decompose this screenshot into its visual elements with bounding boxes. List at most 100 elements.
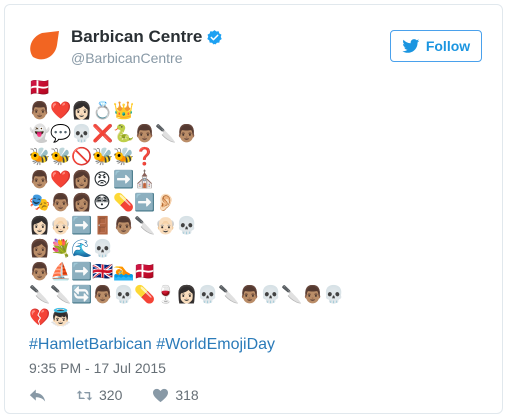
emoji-glyph: ⛪	[134, 170, 157, 190]
emoji-glyph: 💀	[323, 285, 346, 305]
emoji-glyph: 👨🏽	[134, 124, 157, 144]
retweet-count: 320	[99, 387, 123, 403]
tweet-timestamp[interactable]: 9:35 PM - 17 Jul 2015	[29, 359, 166, 377]
retweet-icon	[76, 390, 93, 400]
emoji-glyph: 😳	[93, 193, 112, 213]
emoji-line: 🔪🔪🔄👨🏽💀💊🍷👩🏻💀🔪👨🏽💀🔪👨🏽💀	[29, 284, 429, 307]
emoji-glyph: 💀	[113, 285, 136, 305]
emoji-glyph: 💊	[113, 193, 136, 213]
emoji-glyph: 👨🏽	[176, 124, 199, 144]
emoji-glyph: 🔪	[50, 285, 73, 305]
emoji-glyph: 🐝	[50, 147, 73, 167]
emoji-glyph: 🔪	[155, 124, 178, 144]
emoji-glyph: 💀	[197, 285, 220, 305]
emoji-glyph: 👨🏽	[29, 170, 52, 190]
emoji-glyph: 🔪	[281, 285, 304, 305]
emoji-glyph: ➡️	[113, 170, 136, 190]
emoji-line: 👨🏽❤️👩🏻💍👑	[29, 100, 429, 123]
emoji-glyph: 🍷	[155, 285, 178, 305]
emoji-line: 👨🏽⛵➡️🇬🇧🏊🇩🇰	[29, 261, 429, 284]
tweet-emoji-text: 🇩🇰 👨🏽❤️👩🏻💍👑 👻💬💀❌🐍👨🏽🔪👨🏽 🐝🐝🚫🐝🐝❓ 👨🏽❤️👩🏽😡➡️⛪ 🎭👨🏽👩…	[29, 77, 429, 330]
account-handle[interactable]: @BarbicanCentre	[71, 48, 223, 68]
emoji-glyph: 🔪	[29, 285, 52, 305]
emoji-glyph: 👨🏽	[29, 101, 52, 121]
heart-icon	[153, 388, 169, 402]
emoji-glyph: 💍	[92, 101, 115, 121]
retweet-button[interactable]: 320	[76, 387, 122, 403]
emoji-glyph: 👨🏽	[302, 285, 325, 305]
emoji-glyph: ➡️	[71, 216, 94, 236]
reply-button[interactable]	[29, 388, 46, 403]
emoji-glyph: 👨🏽	[113, 216, 136, 236]
emoji-glyph: 🇬🇧	[92, 262, 115, 282]
emoji-glyph: 👴🏻	[50, 216, 73, 236]
barbican-logo-avatar[interactable]	[25, 27, 63, 65]
emoji-glyph: 🐝	[29, 147, 52, 167]
emoji-glyph: 💀	[260, 285, 283, 305]
emoji-glyph: 🚪	[92, 216, 115, 236]
emoji-glyph: 👩🏽	[71, 170, 94, 190]
emoji-glyph: ❤️	[50, 170, 73, 190]
emoji-line: 🇩🇰	[29, 77, 429, 100]
emoji-glyph: 😡	[93, 170, 112, 190]
emoji-glyph: 💀	[71, 124, 94, 144]
emoji-glyph: 🏊	[113, 262, 136, 282]
like-count: 318	[175, 387, 199, 403]
emoji-line: 👻💬💀❌🐍👨🏽🔪👨🏽	[29, 123, 429, 146]
emoji-glyph: 💬	[50, 124, 73, 144]
emoji-glyph: 👩🏻	[29, 216, 52, 236]
emoji-line: 💔👼🏻	[29, 307, 429, 330]
twitter-bird-icon	[402, 38, 420, 53]
tweet-hashtags: #HamletBarbican #WorldEmojiDay	[29, 335, 275, 355]
emoji-line: 👩🏻👴🏻➡️🚪👨🏽🔪👴🏻💀	[29, 215, 429, 238]
account-info[interactable]: Barbican Centre @BarbicanCentre	[71, 27, 223, 68]
emoji-glyph: 💀	[176, 216, 199, 236]
tweet-card: Barbican Centre @BarbicanCentre Follow 🇩…	[4, 4, 503, 414]
emoji-glyph: 🐝	[113, 147, 136, 167]
tweet-header: Barbican Centre @BarbicanCentre Follow	[25, 25, 482, 75]
emoji-line: 🐝🐝🚫🐝🐝❓	[29, 146, 429, 169]
emoji-glyph: 💀	[92, 239, 115, 259]
emoji-glyph: ❤️	[50, 101, 73, 121]
emoji-line: 👩🏽💐🌊💀	[29, 238, 429, 261]
emoji-glyph: 🇩🇰	[29, 78, 52, 98]
emoji-glyph: 👴🏻	[155, 216, 178, 236]
emoji-glyph: 👨🏽	[29, 262, 52, 282]
emoji-glyph: 👩🏻	[176, 285, 199, 305]
emoji-glyph: 👂🏻	[155, 193, 178, 213]
emoji-glyph: 🇩🇰	[134, 262, 157, 282]
follow-label: Follow	[425, 38, 471, 54]
emoji-line: 🎭👨🏽👩🏽😳💊➡️👂🏻	[29, 192, 429, 215]
emoji-glyph: ➡️	[71, 262, 94, 282]
emoji-glyph: ❌	[92, 124, 115, 144]
emoji-glyph: ➡️	[134, 193, 157, 213]
emoji-glyph: 🎭	[29, 193, 52, 213]
emoji-glyph: 💊	[134, 285, 157, 305]
reply-icon	[29, 389, 46, 401]
emoji-glyph: 👩🏽	[71, 193, 94, 213]
emoji-glyph: 👩🏽	[29, 239, 52, 259]
emoji-line: 👨🏽❤️👩🏽😡➡️⛪	[29, 169, 429, 192]
emoji-glyph: 🔪	[134, 216, 157, 236]
like-button[interactable]: 318	[152, 387, 199, 403]
hashtag-link[interactable]: #HamletBarbican	[29, 336, 152, 353]
emoji-glyph: 💔	[29, 308, 52, 328]
display-name[interactable]: Barbican Centre	[71, 27, 202, 47]
emoji-glyph: 👨🏽	[92, 285, 115, 305]
emoji-glyph: 🐝	[92, 147, 115, 167]
emoji-glyph: 👩🏻	[71, 101, 94, 121]
tweet-actions: 320 318	[29, 385, 199, 405]
emoji-glyph: 👨🏽	[239, 285, 262, 305]
emoji-glyph: 🔄	[71, 285, 94, 305]
follow-button[interactable]: Follow	[390, 30, 482, 62]
emoji-glyph: ⛵	[50, 262, 73, 282]
emoji-glyph: 💐	[50, 239, 73, 259]
emoji-glyph: 👨🏽	[50, 193, 73, 213]
emoji-glyph: 👻	[29, 124, 52, 144]
emoji-glyph: 👑	[113, 101, 136, 121]
emoji-glyph: 👼🏻	[50, 308, 73, 328]
verified-badge-icon	[207, 29, 223, 45]
emoji-glyph: 🌊	[71, 239, 94, 259]
hashtag-link[interactable]: #WorldEmojiDay	[156, 336, 275, 353]
emoji-glyph: ❓	[134, 147, 157, 167]
